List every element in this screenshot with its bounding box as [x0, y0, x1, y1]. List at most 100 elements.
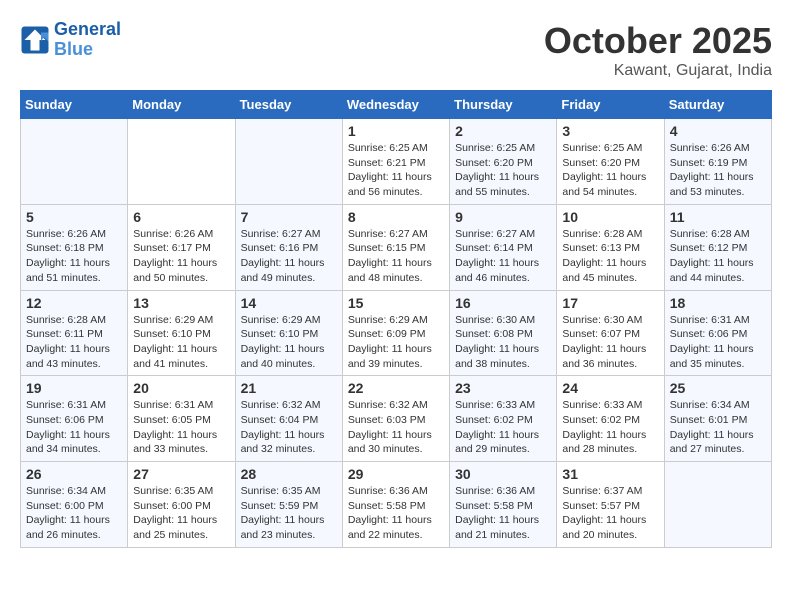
calendar-cell: 9 Sunrise: 6:27 AM Sunset: 6:14 PM Daylig…	[450, 204, 557, 290]
logo-icon	[20, 25, 50, 55]
calendar-cell: 11Sunrise: 6:28 AM Sunset: 6:12 PM Dayli…	[664, 204, 771, 290]
calendar-week-row: 5 Sunrise: 6:26 AM Sunset: 6:18 PM Daylig…	[21, 204, 772, 290]
day-info: Sunrise: 6:31 AM Sunset: 6:05 PM Dayligh…	[133, 398, 229, 457]
day-number: 14	[241, 295, 337, 311]
calendar-cell: 16 Sunrise: 6:30 AM Sunset: 6:08 PM Dayli…	[450, 290, 557, 376]
location: Kawant, Gujarat, India	[544, 62, 772, 80]
day-info: Sunrise: 6:25 AM Sunset: 6:20 PM Dayligh…	[562, 141, 658, 200]
calendar-cell: 6Sunrise: 6:26 AM Sunset: 6:17 PM Daylig…	[128, 204, 235, 290]
day-number: 29	[348, 466, 444, 482]
day-number: 21	[241, 380, 337, 396]
day-number: 22	[348, 380, 444, 396]
day-number: 17	[562, 295, 658, 311]
calendar-cell: 27Sunrise: 6:35 AM Sunset: 6:00 PM Dayli…	[128, 462, 235, 548]
day-number: 8	[348, 209, 444, 225]
day-info: Sunrise: 6:29 AM Sunset: 6:10 PM Dayligh…	[133, 313, 229, 372]
day-info: Sunrise: 6:36 AM Sunset: 5:58 PM Dayligh…	[455, 484, 551, 543]
calendar-cell: 28 Sunrise: 6:35 AM Sunset: 5:59 PM Dayli…	[235, 462, 342, 548]
weekday-header: Saturday	[664, 91, 771, 119]
day-number: 1	[348, 123, 444, 139]
calendar-cell: 26Sunrise: 6:34 AM Sunset: 6:00 PM Dayli…	[21, 462, 128, 548]
day-info: Sunrise: 6:31 AM Sunset: 6:06 PM Dayligh…	[26, 398, 122, 457]
day-number: 2	[455, 123, 551, 139]
logo-line1: General	[54, 19, 121, 39]
day-info: Sunrise: 6:37 AM Sunset: 5:57 PM Dayligh…	[562, 484, 658, 543]
day-number: 10	[562, 209, 658, 225]
day-info: Sunrise: 6:27 AM Sunset: 6:14 PM Dayligh…	[455, 227, 551, 286]
calendar-cell	[235, 119, 342, 205]
calendar-week-row: 12 Sunrise: 6:28 AM Sunset: 6:11 PM Dayli…	[21, 290, 772, 376]
day-number: 7	[241, 209, 337, 225]
weekday-header: Wednesday	[342, 91, 449, 119]
calendar-cell: 20 Sunrise: 6:31 AM Sunset: 6:05 PM Dayli…	[128, 376, 235, 462]
calendar-cell: 18Sunrise: 6:31 AM Sunset: 6:06 PM Dayli…	[664, 290, 771, 376]
calendar-cell: 12 Sunrise: 6:28 AM Sunset: 6:11 PM Dayli…	[21, 290, 128, 376]
day-number: 9	[455, 209, 551, 225]
day-number: 24	[562, 380, 658, 396]
day-info: Sunrise: 6:35 AM Sunset: 6:00 PM Dayligh…	[133, 484, 229, 543]
day-number: 11	[670, 209, 766, 225]
day-info: Sunrise: 6:26 AM Sunset: 6:17 PM Dayligh…	[133, 227, 229, 286]
calendar-cell: 23Sunrise: 6:33 AM Sunset: 6:02 PM Dayli…	[450, 376, 557, 462]
calendar-cell	[128, 119, 235, 205]
calendar-cell: 7 Sunrise: 6:27 AM Sunset: 6:16 PM Daylig…	[235, 204, 342, 290]
calendar-week-row: 26Sunrise: 6:34 AM Sunset: 6:00 PM Dayli…	[21, 462, 772, 548]
day-info: Sunrise: 6:30 AM Sunset: 6:08 PM Dayligh…	[455, 313, 551, 372]
calendar-body: 1 Sunrise: 6:25 AM Sunset: 6:21 PM Daylig…	[21, 119, 772, 548]
calendar-cell: 5 Sunrise: 6:26 AM Sunset: 6:18 PM Daylig…	[21, 204, 128, 290]
day-info: Sunrise: 6:33 AM Sunset: 6:02 PM Dayligh…	[562, 398, 658, 457]
day-info: Sunrise: 6:26 AM Sunset: 6:18 PM Dayligh…	[26, 227, 122, 286]
day-info: Sunrise: 6:25 AM Sunset: 6:20 PM Dayligh…	[455, 141, 551, 200]
day-number: 5	[26, 209, 122, 225]
day-number: 12	[26, 295, 122, 311]
calendar-cell: 19 Sunrise: 6:31 AM Sunset: 6:06 PM Dayli…	[21, 376, 128, 462]
day-number: 20	[133, 380, 229, 396]
calendar-cell	[664, 462, 771, 548]
calendar-cell: 2 Sunrise: 6:25 AM Sunset: 6:20 PM Daylig…	[450, 119, 557, 205]
day-number: 15	[348, 295, 444, 311]
calendar-header-row: SundayMondayTuesdayWednesdayThursdayFrid…	[21, 91, 772, 119]
calendar-cell: 14 Sunrise: 6:29 AM Sunset: 6:10 PM Dayli…	[235, 290, 342, 376]
calendar-cell: 17 Sunrise: 6:30 AM Sunset: 6:07 PM Dayli…	[557, 290, 664, 376]
day-number: 31	[562, 466, 658, 482]
calendar-cell: 30 Sunrise: 6:36 AM Sunset: 5:58 PM Dayli…	[450, 462, 557, 548]
day-number: 30	[455, 466, 551, 482]
calendar-cell: 31 Sunrise: 6:37 AM Sunset: 5:57 PM Dayli…	[557, 462, 664, 548]
day-info: Sunrise: 6:34 AM Sunset: 6:00 PM Dayligh…	[26, 484, 122, 543]
day-info: Sunrise: 6:32 AM Sunset: 6:04 PM Dayligh…	[241, 398, 337, 457]
calendar-table: SundayMondayTuesdayWednesdayThursdayFrid…	[20, 90, 772, 548]
day-number: 19	[26, 380, 122, 396]
day-info: Sunrise: 6:28 AM Sunset: 6:11 PM Dayligh…	[26, 313, 122, 372]
day-info: Sunrise: 6:25 AM Sunset: 6:21 PM Dayligh…	[348, 141, 444, 200]
title-block: October 2025 Kawant, Gujarat, India	[544, 20, 772, 80]
calendar-cell: 22Sunrise: 6:32 AM Sunset: 6:03 PM Dayli…	[342, 376, 449, 462]
day-number: 4	[670, 123, 766, 139]
day-info: Sunrise: 6:29 AM Sunset: 6:10 PM Dayligh…	[241, 313, 337, 372]
day-number: 28	[241, 466, 337, 482]
day-info: Sunrise: 6:35 AM Sunset: 5:59 PM Dayligh…	[241, 484, 337, 543]
day-info: Sunrise: 6:34 AM Sunset: 6:01 PM Dayligh…	[670, 398, 766, 457]
calendar-cell: 29 Sunrise: 6:36 AM Sunset: 5:58 PM Dayli…	[342, 462, 449, 548]
day-info: Sunrise: 6:31 AM Sunset: 6:06 PM Dayligh…	[670, 313, 766, 372]
calendar-week-row: 1 Sunrise: 6:25 AM Sunset: 6:21 PM Daylig…	[21, 119, 772, 205]
logo-line2: Blue	[54, 39, 93, 59]
day-info: Sunrise: 6:27 AM Sunset: 6:16 PM Dayligh…	[241, 227, 337, 286]
weekday-header: Sunday	[21, 91, 128, 119]
calendar-cell: 8Sunrise: 6:27 AM Sunset: 6:15 PM Daylig…	[342, 204, 449, 290]
day-info: Sunrise: 6:33 AM Sunset: 6:02 PM Dayligh…	[455, 398, 551, 457]
day-number: 3	[562, 123, 658, 139]
day-number: 13	[133, 295, 229, 311]
day-info: Sunrise: 6:28 AM Sunset: 6:13 PM Dayligh…	[562, 227, 658, 286]
calendar-cell: 13 Sunrise: 6:29 AM Sunset: 6:10 PM Dayli…	[128, 290, 235, 376]
day-info: Sunrise: 6:36 AM Sunset: 5:58 PM Dayligh…	[348, 484, 444, 543]
weekday-header: Tuesday	[235, 91, 342, 119]
day-info: Sunrise: 6:29 AM Sunset: 6:09 PM Dayligh…	[348, 313, 444, 372]
weekday-header: Thursday	[450, 91, 557, 119]
logo: General Blue	[20, 20, 121, 60]
calendar-cell: 1 Sunrise: 6:25 AM Sunset: 6:21 PM Daylig…	[342, 119, 449, 205]
calendar-cell: 21 Sunrise: 6:32 AM Sunset: 6:04 PM Dayli…	[235, 376, 342, 462]
day-number: 16	[455, 295, 551, 311]
calendar-cell: 10 Sunrise: 6:28 AM Sunset: 6:13 PM Dayli…	[557, 204, 664, 290]
day-info: Sunrise: 6:30 AM Sunset: 6:07 PM Dayligh…	[562, 313, 658, 372]
calendar-cell: 24 Sunrise: 6:33 AM Sunset: 6:02 PM Dayli…	[557, 376, 664, 462]
